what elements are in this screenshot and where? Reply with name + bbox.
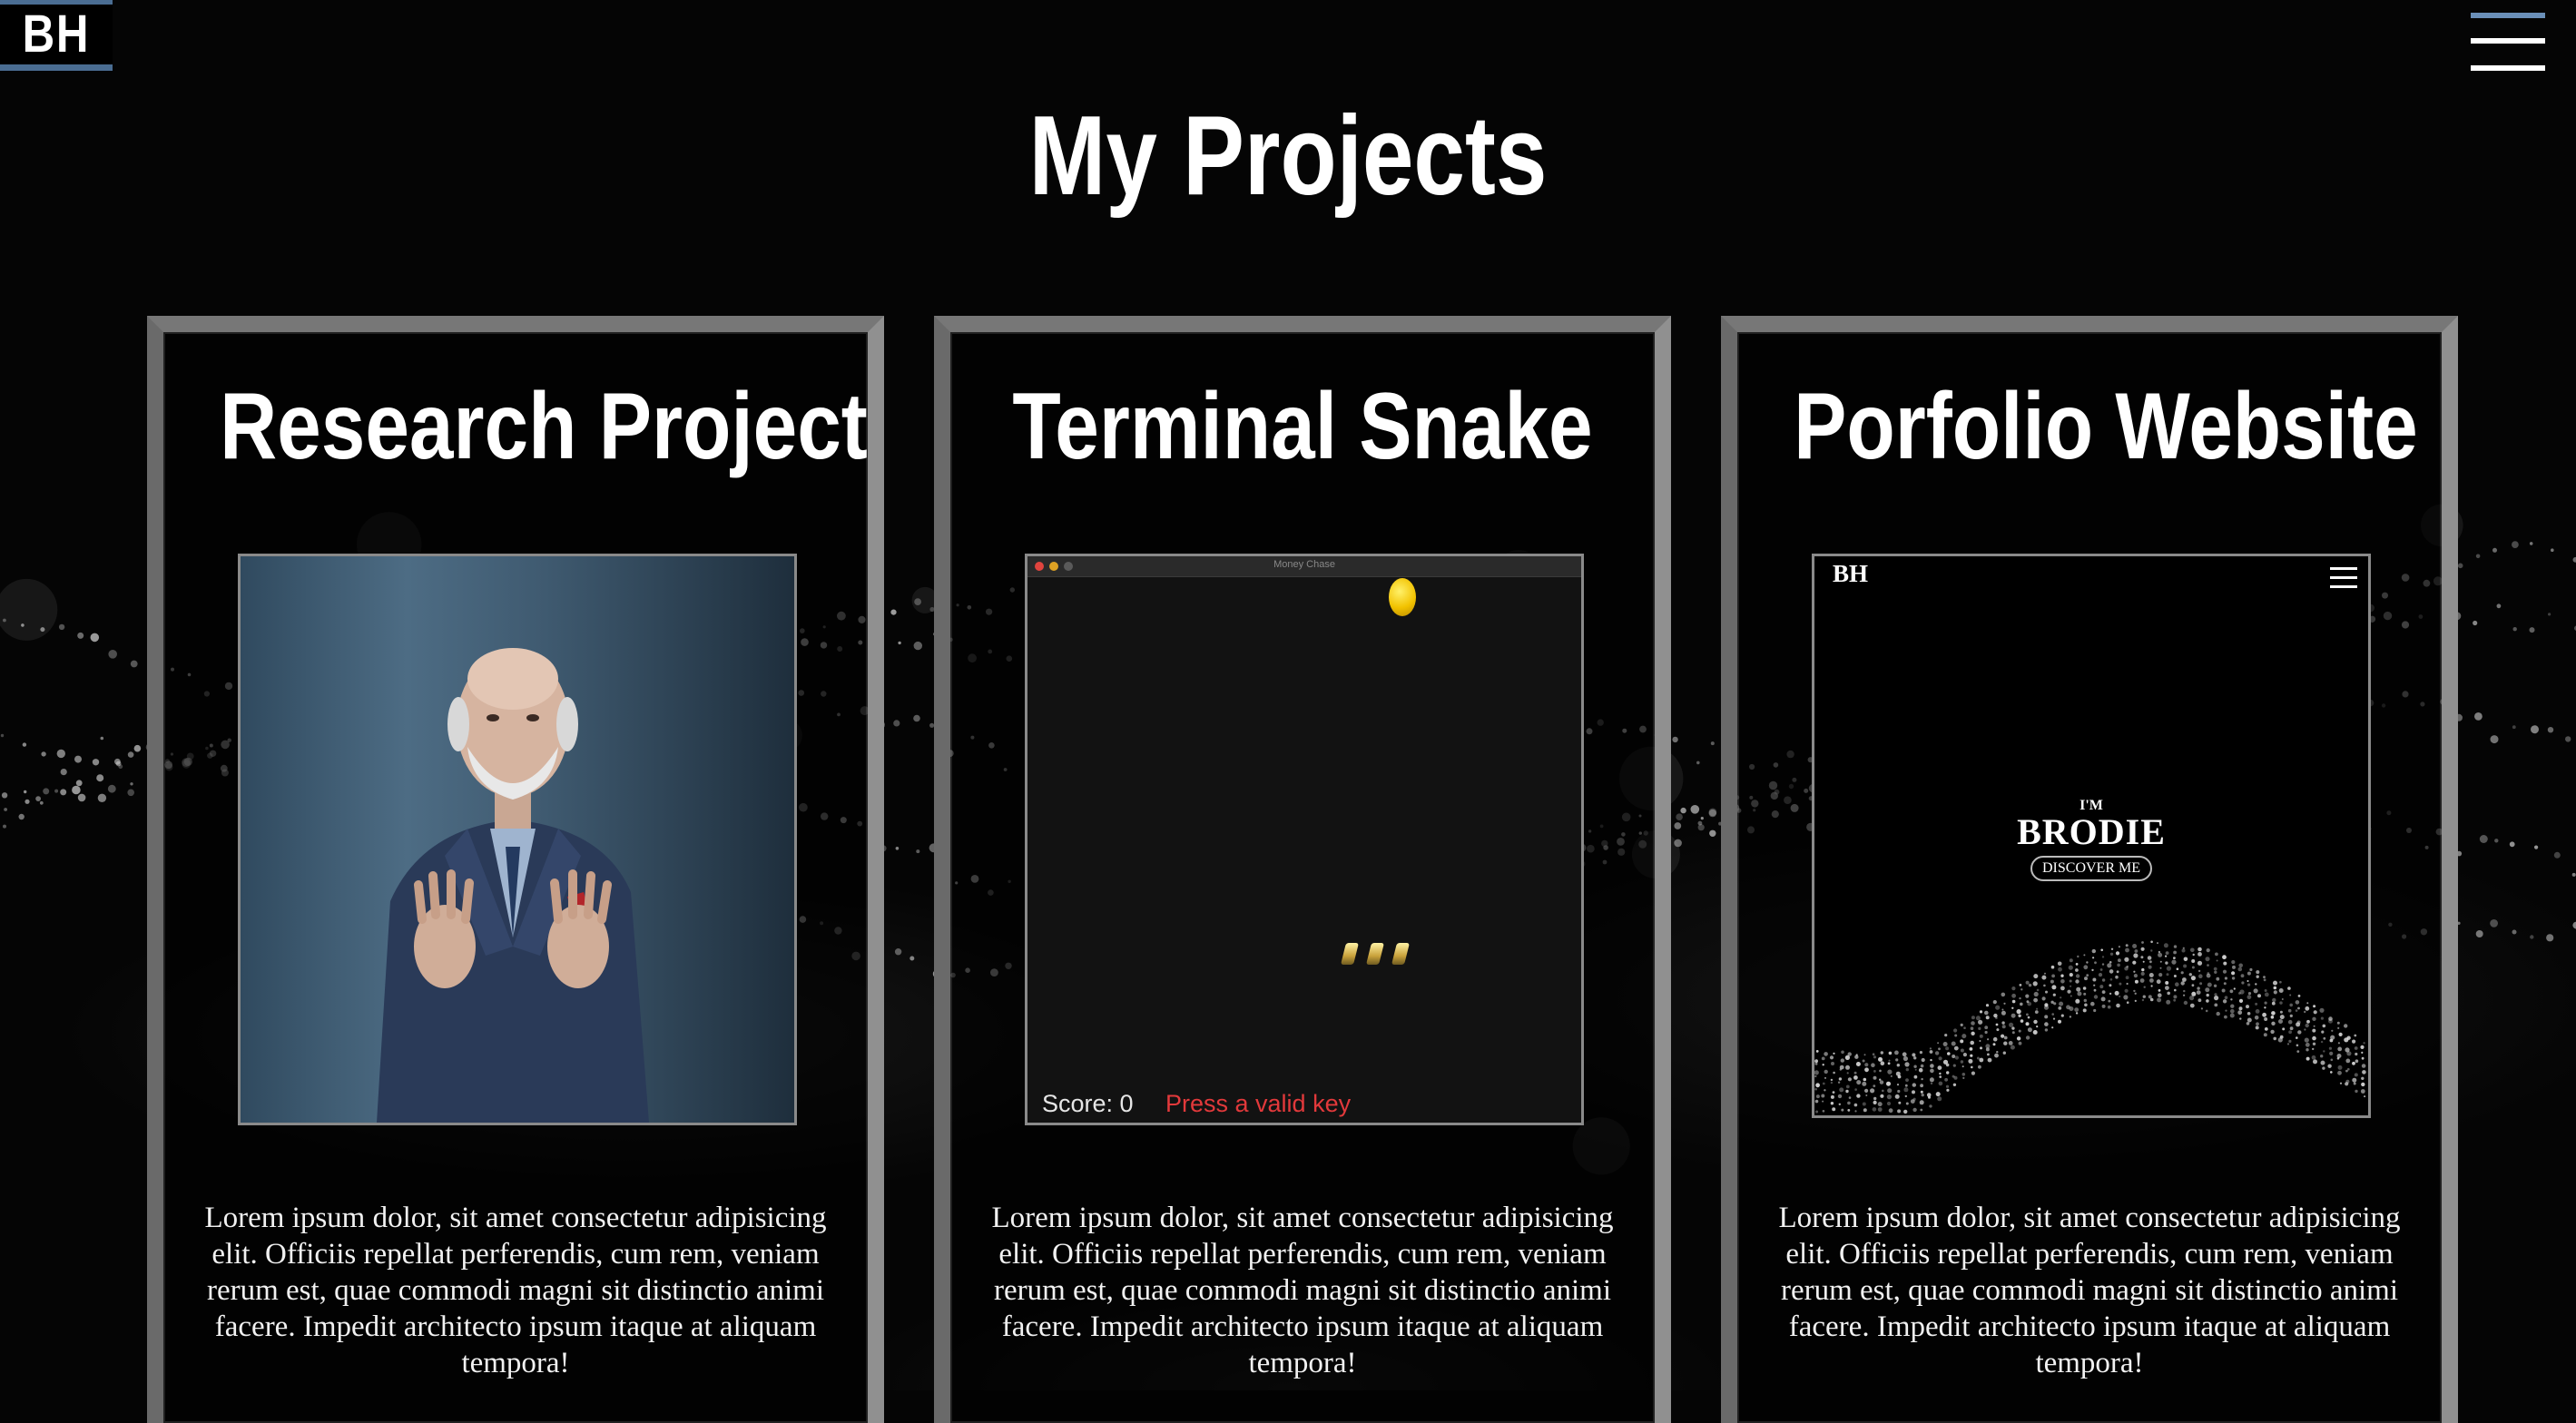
- preview-logo: BH: [1833, 560, 1868, 588]
- game-message: Press a valid key: [1165, 1090, 1351, 1118]
- preview-discover-button: DISCOVER ME: [2030, 856, 2152, 881]
- site-logo-text: BH: [23, 8, 91, 61]
- snake-segment-icon: [1391, 943, 1410, 965]
- project-title: Research Project: [220, 363, 811, 490]
- project-image-portfolio[interactable]: BH I'M BRODIE DISCOVER ME: [1812, 554, 2371, 1118]
- coin-icon: [1389, 578, 1416, 616]
- project-card-research[interactable]: Research Project: [147, 316, 884, 1423]
- page-title: My Projects: [231, 83, 2344, 229]
- game-window-titlebar: Money Chase: [1027, 556, 1581, 577]
- preview-menu-icon: [2330, 565, 2357, 589]
- preview-name: BRODIE: [1814, 810, 2368, 853]
- portrait-photo: [241, 556, 794, 1123]
- project-description: Lorem ipsum dolor, sit amet consectetur …: [978, 1200, 1627, 1381]
- project-card-portfolio[interactable]: Porfolio Website BH I'M BRODIE DISCOVER …: [1721, 316, 2458, 1423]
- game-screenshot: Money Chase Score: 0 Press a valid key: [1027, 556, 1581, 1123]
- menu-bar-top: [2471, 13, 2545, 18]
- project-description: Lorem ipsum dolor, sit amet consectetur …: [1765, 1200, 2414, 1381]
- hamburger-menu-icon[interactable]: [2471, 11, 2545, 73]
- project-image-research[interactable]: [238, 554, 797, 1125]
- project-image-terminal-snake[interactable]: Money Chase Score: 0 Press a valid key: [1025, 554, 1584, 1125]
- snake-segment-icon: [1366, 943, 1384, 965]
- project-title: Terminal Snake: [1007, 363, 1598, 490]
- game-score: Score: 0: [1042, 1090, 1134, 1118]
- menu-bar-middle: [2471, 38, 2545, 44]
- site-logo[interactable]: BH: [0, 0, 113, 71]
- project-card-terminal-snake[interactable]: Terminal Snake Money Chase Score: 0 Pres…: [934, 316, 1671, 1423]
- project-title: Porfolio Website: [1794, 363, 2385, 490]
- game-window-title: Money Chase: [1027, 559, 1581, 570]
- menu-bar-bottom: [2471, 65, 2545, 71]
- snake-segment-icon: [1341, 943, 1359, 965]
- project-description: Lorem ipsum dolor, sit amet consectetur …: [191, 1200, 841, 1381]
- website-screenshot: BH I'M BRODIE DISCOVER ME: [1814, 556, 2368, 1115]
